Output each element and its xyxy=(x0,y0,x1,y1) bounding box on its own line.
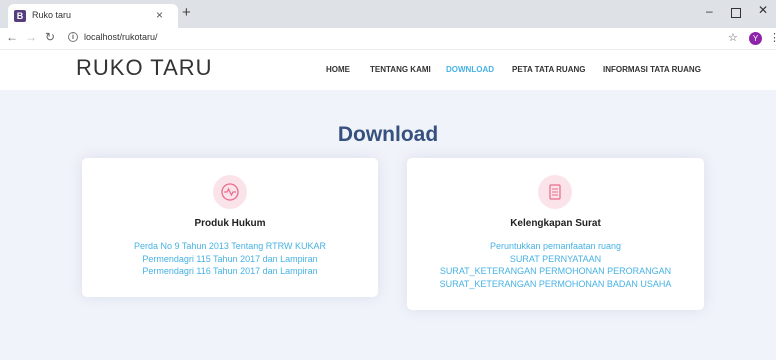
site-logo[interactable]: RUKO TARU xyxy=(76,55,213,81)
file-icon xyxy=(538,175,572,209)
new-tab-icon[interactable]: + xyxy=(182,4,191,21)
site-header: RUKO TARU HOME TENTANG KAMI DOWNLOAD PET… xyxy=(0,50,776,90)
download-link[interactable]: Permendagri 116 Tahun 2017 dan Lampiran xyxy=(82,265,378,278)
download-link[interactable]: SURAT_KETERANGAN PERMOHONAN BADAN USAHA xyxy=(407,278,704,291)
forward-icon[interactable]: → xyxy=(25,30,37,44)
browser-tab[interactable]: B Ruko taru × xyxy=(8,4,178,28)
minimize-icon[interactable]: – xyxy=(706,4,713,18)
address-bar: ← → ↻ i localhost/rukotaru/ ☆ Y ⋮ xyxy=(0,28,776,50)
browser-tabstrip: B Ruko taru × + – ✕ xyxy=(0,0,776,28)
nav-informasi-tata-ruang[interactable]: INFORMASI TATA RUANG xyxy=(603,65,701,74)
activity-icon xyxy=(213,175,247,209)
card-kelengkapan-surat: Kelengkapan Surat Peruntukkan pemanfaata… xyxy=(407,158,704,310)
section-title: Download xyxy=(337,123,439,146)
download-link[interactable]: Permendagri 115 Tahun 2017 dan Lampiran xyxy=(82,253,378,266)
download-link[interactable]: SURAT_KETERANGAN PERMOHONAN PERORANGAN xyxy=(407,265,704,278)
more-menu-icon[interactable]: ⋮ xyxy=(769,31,776,44)
nav-home[interactable]: HOME xyxy=(326,65,350,74)
back-icon[interactable]: ← xyxy=(6,30,18,44)
download-link[interactable]: Perda No 9 Tahun 2013 Tentang RTRW KUKAR xyxy=(82,240,378,253)
nav-tentang-kami[interactable]: TENTANG KAMI xyxy=(370,65,431,74)
maximize-icon[interactable] xyxy=(731,8,741,18)
window-close-icon[interactable]: ✕ xyxy=(758,3,768,17)
url-field[interactable]: localhost/rukotaru/ xyxy=(84,32,158,42)
bookmark-star-icon[interactable]: ☆ xyxy=(728,31,738,44)
bootstrap-favicon-icon: B xyxy=(14,10,26,22)
nav-peta-tata-ruang[interactable]: PETA TATA RUANG xyxy=(512,65,585,74)
nav-download[interactable]: DOWNLOAD xyxy=(446,65,494,74)
download-link[interactable]: SURAT PERNYATAAN xyxy=(407,253,704,266)
profile-avatar[interactable]: Y xyxy=(749,32,762,45)
reload-icon[interactable]: ↻ xyxy=(45,30,55,44)
card-produk-hukum: Produk Hukum Perda No 9 Tahun 2013 Tenta… xyxy=(82,158,378,297)
tab-title: Ruko taru xyxy=(32,10,72,20)
card-title: Produk Hukum xyxy=(194,218,266,229)
card-title: Kelengkapan Surat xyxy=(510,218,601,229)
card-links: Perda No 9 Tahun 2013 Tentang RTRW KUKAR… xyxy=(82,240,378,278)
card-links: Peruntukkan pemanfaatan ruang SURAT PERN… xyxy=(407,240,704,290)
download-section: Download Produk Hukum Perda No 9 Tahun 2… xyxy=(0,90,776,360)
info-icon[interactable]: i xyxy=(68,32,78,42)
download-link[interactable]: Peruntukkan pemanfaatan ruang xyxy=(407,240,704,253)
close-tab-icon[interactable]: × xyxy=(156,8,163,22)
